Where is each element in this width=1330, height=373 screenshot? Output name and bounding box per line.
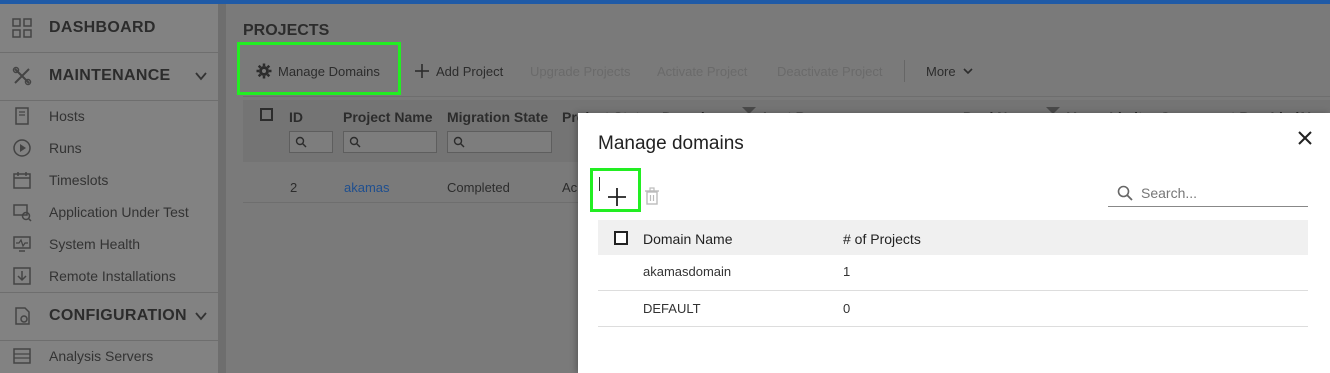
chevron-down-icon (963, 68, 973, 75)
sidebar-item-label: Application Under Test (49, 204, 189, 220)
activate-project-label: Activate Project (657, 63, 748, 79)
column-header-projects-count[interactable]: # of Projects (843, 231, 921, 247)
sidebar-item-label: System Health (49, 236, 141, 252)
dialog-title: Manage domains (598, 133, 744, 154)
analysis-servers-icon (13, 348, 31, 364)
search-icon (1117, 185, 1133, 201)
deactivate-project-label: Deactivate Project (777, 63, 883, 79)
projects-count-cell: 1 (843, 264, 851, 279)
column-header-migration-state[interactable]: Migration State (447, 109, 548, 125)
projects-count-cell: 0 (843, 301, 851, 316)
sidebar-divider (0, 52, 218, 53)
add-project-label: Add Project (436, 63, 504, 79)
search-icon (453, 136, 465, 148)
sidebar-item-label: Analysis Servers (49, 348, 154, 364)
column-header-domain-name[interactable]: Domain Name (643, 231, 732, 247)
search-icon (295, 136, 307, 148)
cell-project-state: Ac (562, 180, 578, 195)
highlight-box (590, 168, 641, 212)
upgrade-projects-button[interactable]: Upgrade Projects (530, 61, 630, 81)
sidebar-divider (0, 292, 218, 293)
search-input[interactable] (1141, 184, 1301, 201)
filter-input-id[interactable] (289, 131, 333, 153)
system-health-icon (13, 236, 31, 252)
select-all-domains-checkbox[interactable] (614, 231, 628, 245)
dashboard-icon (12, 18, 32, 38)
sidebar-item-timeslots[interactable]: Timeslots (0, 165, 218, 195)
cell-id: 2 (290, 180, 298, 195)
column-header-project-name[interactable]: Project Name (343, 109, 432, 125)
highlight-box (237, 42, 401, 95)
sidebar-maintenance-label: MAINTENANCE (49, 67, 171, 84)
maintenance-icon (12, 66, 32, 86)
domain-search[interactable] (1108, 179, 1308, 207)
plus-icon (415, 64, 429, 78)
sidebar-item-hosts[interactable]: Hosts (0, 101, 218, 131)
remote-installations-icon (13, 267, 31, 285)
cell-migration-state: Completed (447, 180, 510, 195)
sidebar-item-label: Runs (49, 140, 82, 156)
toolbar-separator (243, 96, 1330, 97)
sidebar-configuration-label: CONFIGURATION (49, 307, 187, 324)
add-project-button[interactable]: Add Project (414, 61, 503, 81)
column-header-id[interactable]: ID (289, 109, 303, 125)
sidebar-configuration[interactable]: CONFIGURATION (0, 294, 218, 338)
close-icon[interactable] (1296, 129, 1314, 147)
toolbar-divider (904, 60, 905, 82)
more-label: More (926, 63, 956, 79)
manage-domains-dialog: Manage domains Domain Name # of Projects… (578, 113, 1330, 373)
hosts-icon (15, 107, 29, 125)
sidebar-item-remote-installations[interactable]: Remote Installations (0, 261, 218, 291)
sidebar-item-system-health[interactable]: System Health (0, 229, 218, 259)
upgrade-projects-label: Upgrade Projects (530, 63, 631, 79)
page-title: PROJECTS (243, 22, 330, 39)
row-separator (598, 326, 1308, 327)
activate-project-button[interactable]: Activate Project (657, 61, 747, 81)
filter-input-project-name[interactable] (343, 131, 437, 153)
timeslots-icon (13, 172, 31, 189)
sidebar-item-analysis-servers[interactable]: Analysis Servers (0, 341, 218, 371)
sidebar-item-label: Hosts (49, 108, 85, 124)
sidebar: DASHBOARD MAINTENANCE Hosts Runs Timeslo… (0, 4, 218, 373)
sidebar-dashboard-label: DASHBOARD (49, 19, 156, 36)
domain-name-cell: DEFAULT (643, 301, 701, 316)
sidebar-item-runs[interactable]: Runs (0, 133, 218, 163)
sidebar-edge (218, 4, 226, 373)
domain-name-cell: akamasdomain (643, 264, 732, 279)
sidebar-item-application-under-test[interactable]: Application Under Test (0, 197, 218, 227)
sidebar-maintenance[interactable]: MAINTENANCE (0, 54, 218, 98)
chevron-down-icon[interactable] (194, 309, 208, 323)
project-name-link[interactable]: akamas (344, 180, 390, 195)
sidebar-dashboard[interactable]: DASHBOARD (0, 6, 218, 50)
deactivate-project-button[interactable]: Deactivate Project (777, 61, 883, 81)
filter-input-migration-state[interactable] (447, 131, 552, 153)
configuration-icon (15, 307, 30, 325)
more-button[interactable]: More (926, 61, 974, 81)
application-under-test-icon (13, 204, 32, 222)
runs-icon (13, 139, 31, 157)
trash-icon[interactable] (644, 187, 660, 205)
select-all-checkbox[interactable] (260, 108, 273, 121)
sidebar-item-label: Remote Installations (49, 268, 176, 284)
row-separator (598, 290, 1308, 291)
chevron-down-icon[interactable] (194, 69, 208, 83)
sidebar-item-label: Timeslots (49, 172, 109, 188)
search-icon (349, 136, 361, 148)
